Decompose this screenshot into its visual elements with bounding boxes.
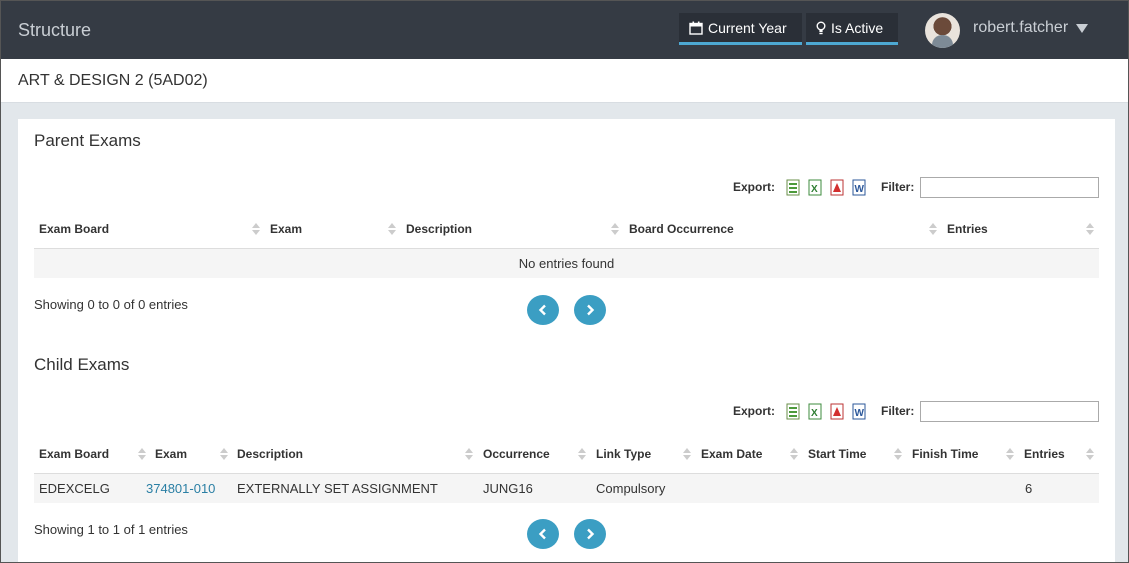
child-filter-input[interactable]	[920, 401, 1099, 422]
parent-toolbar: Export: X W Filter:	[18, 177, 1115, 201]
sort-icon[interactable]	[1086, 223, 1094, 235]
col-board-occurrence[interactable]: Board Occurrence	[629, 209, 734, 249]
child-toolbar: Export: X W Filter:	[18, 401, 1115, 425]
child-exams-title: Child Exams	[34, 355, 130, 374]
col-link-type[interactable]: Link Type	[596, 434, 651, 474]
parent-filter-input[interactable]	[920, 177, 1099, 198]
current-year-button[interactable]: Current Year	[679, 13, 802, 45]
table-row: No entries found	[34, 249, 1099, 278]
svg-text:W: W	[855, 408, 865, 419]
cell-occurrence: JUNG16	[483, 481, 533, 496]
avatar[interactable]	[925, 13, 960, 48]
sort-icon[interactable]	[220, 448, 228, 460]
cell-entries: 6	[1025, 481, 1033, 496]
brand-title[interactable]: Structure	[18, 20, 91, 41]
sort-icon[interactable]	[138, 448, 146, 460]
parent-next-button[interactable]	[574, 295, 606, 325]
app-window: Structure Current Year Is Active robert.…	[0, 0, 1129, 563]
col-occurrence[interactable]: Occurrence	[483, 434, 550, 474]
table-header: Exam Board Exam Description Board Occurr…	[34, 209, 1099, 249]
child-prev-button[interactable]	[527, 519, 559, 549]
col-description[interactable]: Description	[406, 209, 472, 249]
col-exam[interactable]: Exam	[270, 209, 302, 249]
csv-export-icon[interactable]	[785, 179, 801, 196]
table-row[interactable]: EDEXCELG 374801-010 EXTERNALLY SET ASSIG…	[34, 474, 1099, 503]
col-description[interactable]: Description	[237, 434, 303, 474]
chevron-right-icon	[587, 304, 595, 316]
col-exam-board[interactable]: Exam Board	[39, 434, 109, 474]
calendar-icon	[689, 21, 703, 35]
caret-down-icon	[1076, 23, 1089, 33]
col-exam-board[interactable]: Exam Board	[39, 209, 109, 249]
parent-exams-table: Exam Board Exam Description Board Occurr…	[34, 209, 1099, 278]
empty-message: No entries found	[518, 256, 615, 271]
sort-icon[interactable]	[894, 448, 902, 460]
lightbulb-icon	[816, 21, 826, 34]
col-exam[interactable]: Exam	[155, 434, 187, 474]
parent-table-info: Showing 0 to 0 of 0 entries	[34, 297, 188, 312]
child-next-button[interactable]	[574, 519, 606, 549]
filter-label: Filter:	[881, 180, 915, 194]
pdf-export-icon[interactable]	[829, 403, 845, 420]
sort-icon[interactable]	[1006, 448, 1014, 460]
csv-export-icon[interactable]	[785, 403, 801, 420]
page-title: ART & DESIGN 2 (5AD02)	[18, 72, 208, 89]
col-exam-date[interactable]: Exam Date	[701, 434, 762, 474]
parent-exams-title: Parent Exams	[34, 131, 141, 150]
excel-export-icon[interactable]: X	[807, 179, 823, 196]
sort-icon[interactable]	[683, 448, 691, 460]
parent-prev-button[interactable]	[527, 295, 559, 325]
word-export-icon[interactable]: W	[851, 179, 867, 196]
export-label: Export:	[733, 404, 775, 418]
filter-label: Filter:	[881, 404, 915, 418]
sort-icon[interactable]	[578, 448, 586, 460]
export-label: Export:	[733, 180, 775, 194]
user-menu[interactable]: robert.fatcher	[973, 19, 1089, 37]
is-active-button[interactable]: Is Active	[806, 13, 898, 45]
chevron-left-icon	[538, 528, 546, 540]
cell-description: EXTERNALLY SET ASSIGNMENT	[237, 481, 438, 496]
col-entries[interactable]: Entries	[947, 209, 988, 249]
col-finish-time[interactable]: Finish Time	[912, 434, 978, 474]
page-header: ART & DESIGN 2 (5AD02)	[1, 59, 1128, 103]
excel-export-icon[interactable]: X	[807, 403, 823, 420]
col-start-time[interactable]: Start Time	[808, 434, 866, 474]
sort-icon[interactable]	[1086, 448, 1094, 460]
word-export-icon[interactable]: W	[851, 403, 867, 420]
svg-text:W: W	[855, 184, 865, 195]
chevron-right-icon	[587, 528, 595, 540]
sort-icon[interactable]	[465, 448, 473, 460]
col-entries[interactable]: Entries	[1024, 434, 1065, 474]
chevron-left-icon	[538, 304, 546, 316]
current-year-label: Current Year	[708, 19, 787, 36]
username-label: robert.fatcher	[973, 19, 1069, 36]
cell-link-type: Compulsory	[596, 481, 666, 496]
child-exams-table: Exam Board Exam Description Occurrence L…	[34, 434, 1099, 503]
content-card: Parent Exams Export: X W Filter: Exam Bo…	[18, 119, 1115, 562]
table-header: Exam Board Exam Description Occurrence L…	[34, 434, 1099, 474]
sort-icon[interactable]	[611, 223, 619, 235]
exam-link[interactable]: 374801-010	[146, 474, 215, 503]
is-active-label: Is Active	[831, 19, 884, 36]
top-navbar: Structure Current Year Is Active robert.…	[1, 1, 1128, 59]
sort-icon[interactable]	[929, 223, 937, 235]
svg-text:X: X	[811, 408, 818, 419]
sort-icon[interactable]	[790, 448, 798, 460]
cell-exam-board: EDEXCELG	[39, 481, 110, 496]
pdf-export-icon[interactable]	[829, 179, 845, 196]
sort-icon[interactable]	[252, 223, 260, 235]
sort-icon[interactable]	[388, 223, 396, 235]
svg-text:X: X	[811, 184, 818, 195]
child-table-info: Showing 1 to 1 of 1 entries	[34, 522, 188, 537]
